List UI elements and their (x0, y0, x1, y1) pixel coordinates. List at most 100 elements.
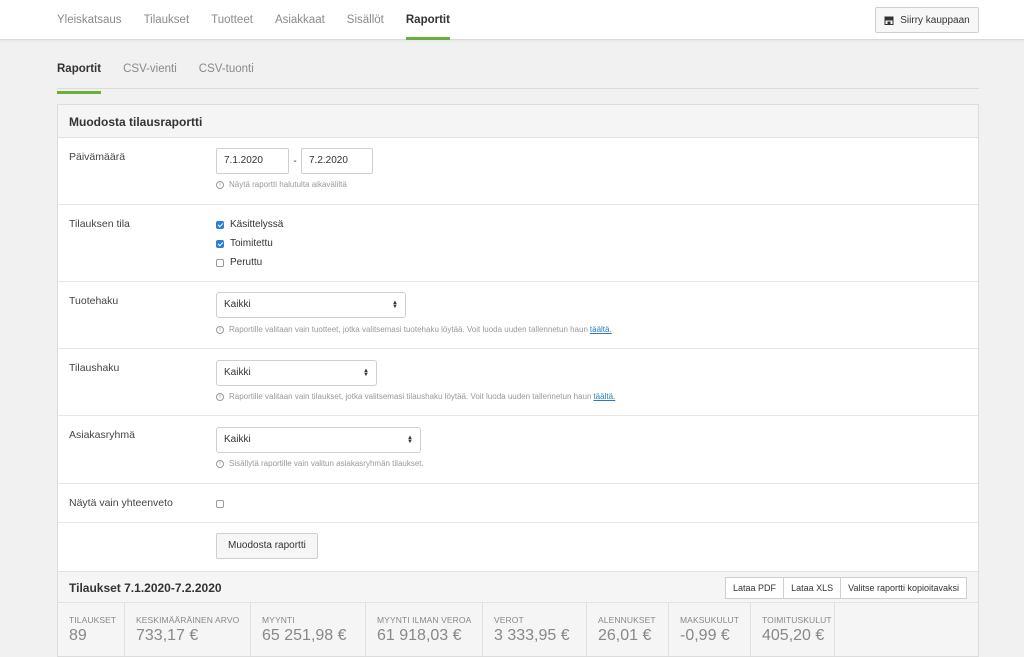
nav-item-reports[interactable]: Raportit (405, 0, 451, 40)
status-option-cancelled[interactable]: Peruttu (216, 253, 283, 272)
checkbox-delivered[interactable] (216, 239, 224, 248)
order-search-label: Tilaushaku (69, 362, 120, 374)
stat-value: 405,20 € (762, 627, 825, 644)
download-xls-button[interactable]: Lataa XLS (783, 577, 842, 599)
product-search-value: Kaikki (224, 299, 251, 310)
summary-only-row: Näytä vain yhteenveto (58, 484, 978, 523)
product-search-label: Tuotehaku (69, 295, 119, 307)
main-nav: Yleiskatsaus Tilaukset Tuotteet Asiakkaa… (57, 0, 472, 40)
customer-group-help-text: Sisällytä raportille vain valitun asiaka… (229, 459, 424, 468)
order-search-help-text: Raportille valitaan vain tilaukset, jotk… (229, 392, 592, 401)
stat-sales: Myynti 65 251,98 € (251, 603, 366, 656)
info-icon: i (216, 180, 224, 189)
summary-title: Tilaukset 7.1.2020-7.2.2020 (69, 581, 222, 595)
date-to-input[interactable]: 7.2.2020 (301, 148, 373, 174)
date-row: Päivämäärä 7.1.2020 - 7.2.2020 i Näytä r… (58, 138, 978, 205)
stat-discounts: Alennukset 26,01 € (587, 603, 669, 656)
checkbox-cancelled[interactable] (216, 258, 224, 267)
stat-sales-without-tax: Myynti ilman veroa 61 918,03 € (366, 603, 483, 656)
submit-row: Muodosta raportti (58, 523, 978, 571)
stat-payment-fees: Maksukulut -0,99 € (669, 603, 751, 656)
select-caret-icon: ▲ ▼ (407, 435, 413, 445)
stat-value: 3 333,95 € (494, 627, 570, 644)
date-label: Päivämäärä (69, 151, 126, 163)
order-search-link[interactable]: täältä. (593, 392, 615, 401)
store-icon (884, 16, 894, 25)
stat-shipping-fees: Toimituskulut 405,20 € (751, 603, 835, 656)
order-search-row: Tilaushaku Kaikki ▲ ▼ i Raportille valita… (58, 349, 978, 416)
status-option-delivered[interactable]: Toimitettu (216, 234, 283, 253)
stat-label: Verot (494, 615, 524, 625)
summary-stats: Tilaukset 89 Keskimääräinen arvo 733,17 … (58, 603, 978, 656)
copy-report-button[interactable]: Valitse raportti kopioitavaksi (840, 577, 967, 599)
info-icon: i (216, 459, 224, 468)
download-pdf-button[interactable]: Lataa PDF (725, 577, 785, 599)
customer-group-row: Asiakasryhmä Kaikki ▲ ▼ i Sisällytä rapor… (58, 416, 978, 484)
select-caret-icon: ▲ ▼ (392, 300, 398, 310)
stat-value: 61 918,03 € (377, 627, 462, 644)
stat-label: Tilaukset (69, 615, 117, 625)
info-icon: i (216, 392, 224, 401)
tab-csv-export[interactable]: CSV-vienti (123, 55, 177, 88)
stat-value: 26,01 € (598, 627, 652, 644)
nav-item-customers[interactable]: Asiakkaat (275, 0, 325, 40)
generate-report-button[interactable]: Muodosta raportti (216, 533, 318, 559)
stat-orders: Tilaukset 89 (58, 603, 125, 656)
nav-item-products[interactable]: Tuotteet (211, 0, 253, 40)
checkbox-processing[interactable] (216, 220, 224, 229)
date-separator: - (293, 155, 297, 167)
nav-item-orders[interactable]: Tilaukset (144, 0, 190, 40)
product-search-help-text: Raportille valitaan vain tuotteet, jotka… (229, 325, 588, 334)
panel-title: Muodosta tilausraportti (58, 105, 978, 138)
tab-reports[interactable]: Raportit (57, 55, 102, 94)
summary-only-control (216, 499, 230, 511)
summary-actions: Lataa PDF Lataa XLS Valitse raportti kop… (725, 577, 967, 599)
info-icon: i (216, 325, 224, 334)
order-search-select[interactable]: Kaikki ▲ ▼ (216, 360, 377, 386)
status-option-label: Toimitettu (230, 238, 273, 249)
stat-label: Myynti (262, 615, 295, 625)
status-row: Tilauksen tila Käsittelyssä Toimitettu P… (58, 205, 978, 282)
stat-value: 65 251,98 € (262, 627, 347, 644)
status-option-label: Peruttu (230, 257, 263, 268)
product-search-row: Tuotehaku Kaikki ▲ ▼ i Raportille valitaa… (58, 282, 978, 349)
customer-group-label: Asiakasryhmä (69, 429, 135, 441)
submit-wrap: Muodosta raportti (216, 533, 318, 559)
nav-item-content[interactable]: Sisällöt (347, 0, 384, 40)
product-search-help: i Raportille valitaan vain tuotteet, jot… (216, 325, 612, 334)
go-to-shop-label: Siirry kauppaan (900, 14, 970, 26)
summary-header: Tilaukset 7.1.2020-7.2.2020 Lataa PDF La… (58, 571, 978, 603)
stat-label: Toimituskulut (762, 615, 832, 625)
stat-value: 89 (69, 627, 87, 644)
nav-item-overview[interactable]: Yleiskatsaus (57, 0, 122, 40)
checkbox-summary-only[interactable] (216, 500, 224, 508)
go-to-shop-button[interactable]: Siirry kauppaan (875, 7, 979, 33)
date-help: i Näytä raportti halutulta aikaväliltä (216, 180, 347, 189)
summary-only-label: Näytä vain yhteenveto (69, 497, 173, 509)
stat-label: Keskimääräinen arvo (136, 615, 240, 625)
stat-value: 733,17 € (136, 627, 199, 644)
customer-group-help: i Sisällytä raportille vain valitun asia… (216, 459, 424, 468)
status-option-label: Käsittelyssä (230, 219, 284, 230)
status-option-processing[interactable]: Käsittelyssä (216, 215, 283, 234)
product-search-select[interactable]: Kaikki ▲ ▼ (216, 292, 406, 318)
customer-group-select[interactable]: Kaikki ▲ ▼ (216, 427, 421, 453)
stat-average-value: Keskimääräinen arvo 733,17 € (125, 603, 251, 656)
order-search-help: i Raportille valitaan vain tilaukset, jo… (216, 392, 615, 401)
stat-label: Maksukulut (680, 615, 740, 625)
date-range: 7.1.2020 - 7.2.2020 (216, 148, 373, 174)
report-panel: Muodosta tilausraportti Päivämäärä 7.1.2… (57, 104, 979, 657)
stat-label: Myynti ilman veroa (377, 615, 472, 625)
stat-value: -0,99 € (680, 627, 730, 644)
date-help-text: Näytä raportti halutulta aikaväliltä (229, 180, 347, 189)
status-label: Tilauksen tila (69, 218, 130, 230)
top-bar: Yleiskatsaus Tilaukset Tuotteet Asiakkaa… (0, 0, 1024, 40)
status-options: Käsittelyssä Toimitettu Peruttu (216, 215, 283, 272)
stat-taxes: Verot 3 333,95 € (483, 603, 587, 656)
tab-csv-import[interactable]: CSV-tuonti (199, 55, 254, 88)
product-search-link[interactable]: täältä. (590, 325, 612, 334)
customer-group-value: Kaikki (224, 434, 251, 445)
date-from-input[interactable]: 7.1.2020 (216, 148, 289, 174)
stat-label: Alennukset (598, 615, 656, 625)
select-caret-icon: ▲ ▼ (363, 368, 369, 378)
